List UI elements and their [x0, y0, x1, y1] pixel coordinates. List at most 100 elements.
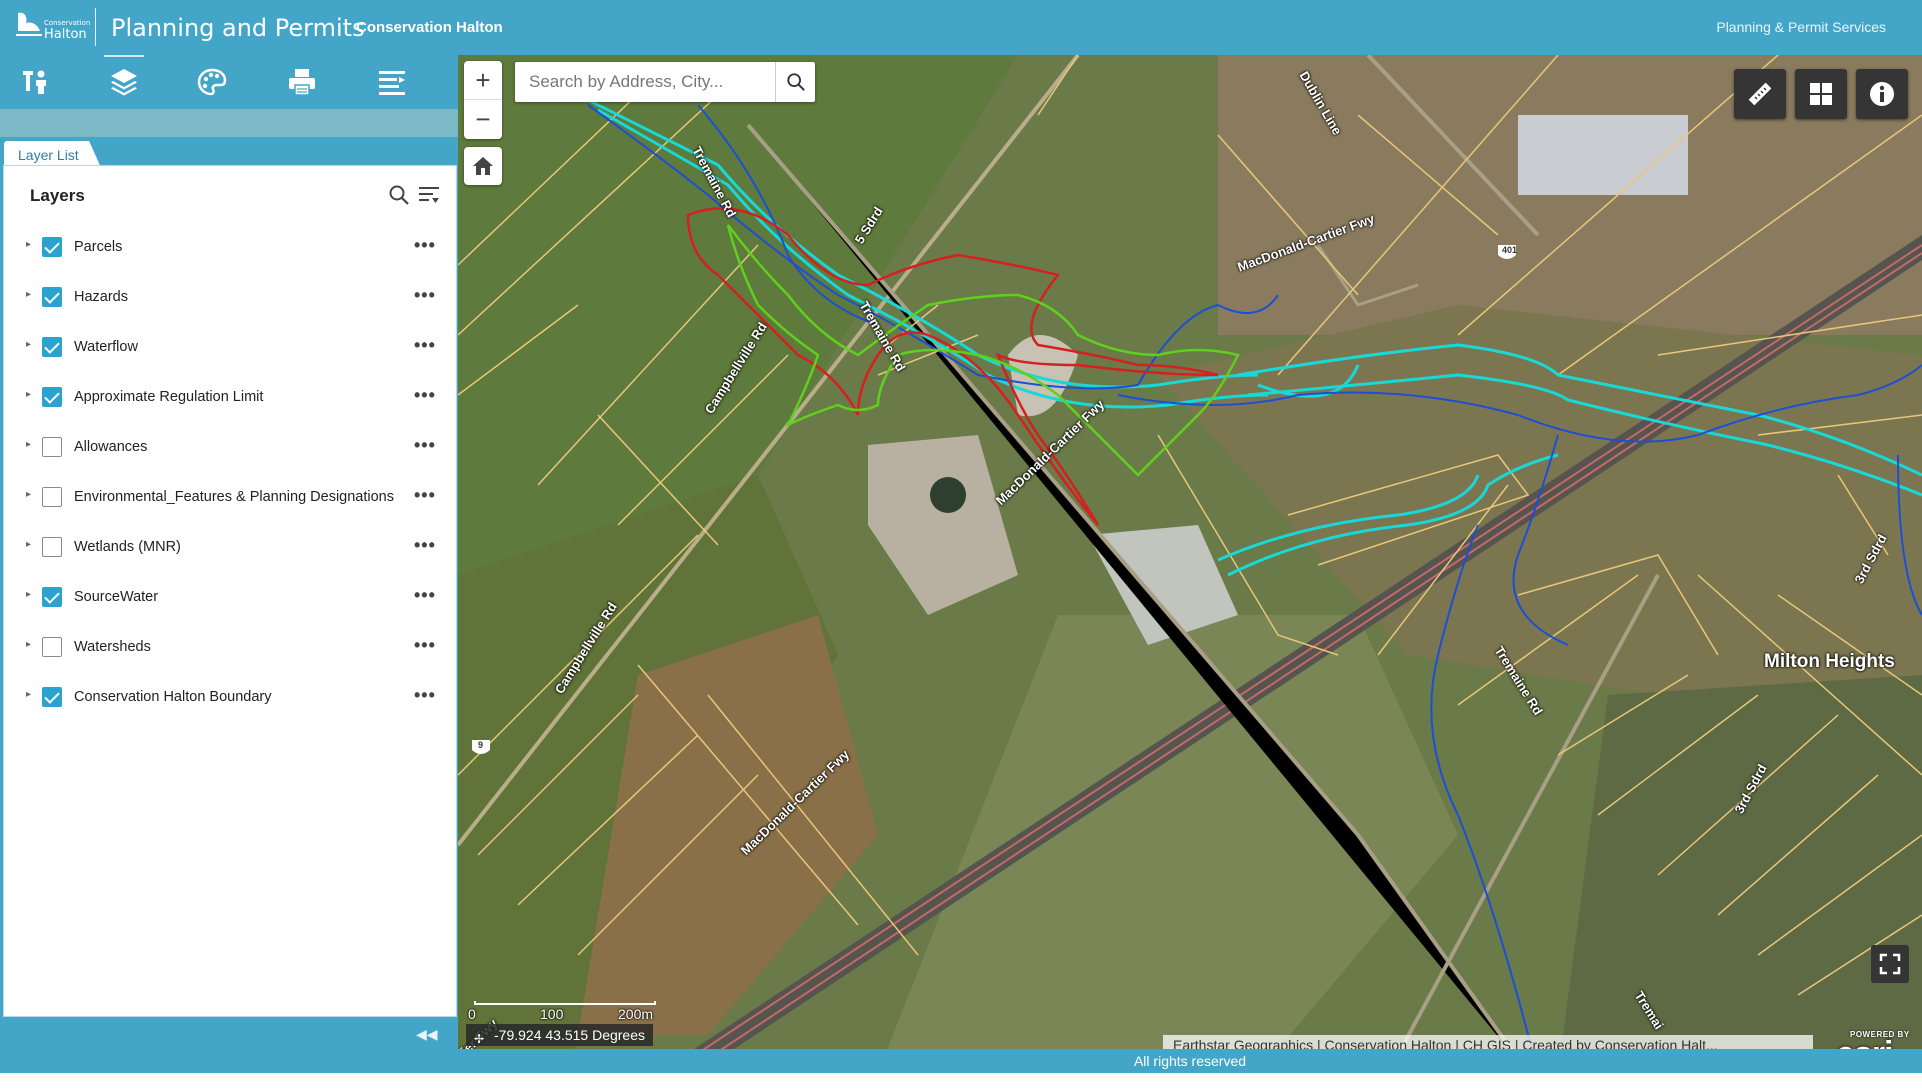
- more-options-icon[interactable]: •••: [414, 635, 436, 656]
- search-button[interactable]: [775, 62, 815, 102]
- layer-name: Waterflow: [74, 339, 138, 355]
- layer-checkbox[interactable]: [42, 687, 62, 707]
- app-header: Conservation Halton Planning and Permits…: [0, 0, 1922, 55]
- ruler-icon: [1748, 82, 1772, 106]
- layer-name: Hazards: [74, 289, 128, 305]
- more-options-icon[interactable]: •••: [414, 335, 436, 356]
- expand-arrow-icon[interactable]: ▸: [26, 489, 36, 503]
- more-options-icon[interactable]: •••: [414, 685, 436, 706]
- address-search: [515, 62, 815, 102]
- identify-tool-button[interactable]: [0, 55, 72, 109]
- layer-checkbox[interactable]: [42, 287, 62, 307]
- basemap-tool-button[interactable]: [176, 55, 248, 109]
- tab-layer-list[interactable]: Layer List: [4, 141, 101, 167]
- planning-permit-services-link[interactable]: Planning & Permit Services: [1716, 19, 1886, 35]
- info-icon: [1870, 82, 1894, 106]
- expand-arrow-icon[interactable]: ▸: [26, 639, 36, 653]
- layer-checkbox[interactable]: [42, 237, 62, 257]
- layer-checkbox[interactable]: [42, 437, 62, 457]
- more-options-icon[interactable]: •••: [414, 385, 436, 406]
- layer-checkbox[interactable]: [42, 587, 62, 607]
- more-options-icon[interactable]: •••: [414, 585, 436, 606]
- layer-list-body: Layers ▸ Parcels ••• ▸ Hazards ••• ▸ Wat…: [3, 165, 457, 1017]
- toolbar-strip: [0, 109, 458, 137]
- layer-row-wetlands: ▸ Wetlands (MNR) •••: [4, 522, 456, 572]
- layers-icon: [111, 69, 137, 96]
- layer-row-regulation-limit: ▸ Approximate Regulation Limit •••: [4, 372, 456, 422]
- layer-checkbox[interactable]: [42, 387, 62, 407]
- header-divider: [95, 8, 96, 46]
- layer-list-panel: Layer List Layers ▸ Parcels ••• ▸ Hazard…: [0, 137, 458, 1017]
- expand-arrow-icon[interactable]: ▸: [26, 539, 36, 553]
- scale-label: 0: [468, 1006, 476, 1022]
- layers-heading: Layers: [30, 186, 85, 205]
- expand-arrow-icon[interactable]: ▸: [26, 689, 36, 703]
- more-options-icon[interactable]: •••: [414, 235, 436, 256]
- expand-arrow-icon[interactable]: ▸: [26, 239, 36, 253]
- logo-small-text: Conservation: [44, 19, 91, 27]
- crosshair-icon: ✢: [474, 1032, 485, 1046]
- expand-arrow-icon[interactable]: ▸: [26, 589, 36, 603]
- home-button[interactable]: [464, 147, 502, 185]
- scale-label: 100: [540, 1006, 564, 1022]
- conservation-halton-logo[interactable]: Conservation Halton: [14, 9, 90, 43]
- zoom-in-button[interactable]: +: [464, 61, 502, 100]
- zoom-out-button[interactable]: −: [464, 100, 502, 139]
- address-search-input[interactable]: [515, 62, 773, 102]
- satellite-map-canvas[interactable]: [458, 55, 1922, 1073]
- layer-list: ▸ Parcels ••• ▸ Hazards ••• ▸ Waterflow …: [4, 222, 456, 722]
- widget-toolbar: [0, 55, 458, 109]
- layer-row-waterflow: ▸ Waterflow •••: [4, 322, 456, 372]
- layer-row-allowances: ▸ Allowances •••: [4, 422, 456, 472]
- search-icon: [786, 73, 805, 91]
- about-button[interactable]: [1856, 69, 1908, 119]
- panel-bottom-bar: ◀◀: [0, 1017, 458, 1073]
- layer-name: Approximate Regulation Limit: [74, 389, 264, 405]
- app-title: Planning and Permits: [111, 14, 365, 42]
- app-subtitle: Conservation Halton: [356, 19, 503, 36]
- print-icon: [289, 69, 315, 96]
- more-options-icon[interactable]: •••: [414, 485, 436, 506]
- layer-checkbox[interactable]: [42, 537, 62, 557]
- layer-checkbox[interactable]: [42, 337, 62, 357]
- expand-arrow-icon[interactable]: ▸: [26, 339, 36, 353]
- print-tool-button[interactable]: [266, 55, 338, 109]
- layer-name: Conservation Halton Boundary: [74, 689, 272, 705]
- coordinate-value: -79.924 43.515 Degrees: [494, 1027, 645, 1043]
- layer-list-tool-button[interactable]: [88, 55, 160, 109]
- layer-row-parcels: ▸ Parcels •••: [4, 222, 456, 272]
- page-bottom: [0, 1073, 1922, 1090]
- layer-row-sourcewater: ▸ SourceWater •••: [4, 572, 456, 622]
- highway-shield-401: 401: [1502, 245, 1518, 255]
- legend-list-icon: [379, 71, 405, 95]
- layer-row-environmental-features: ▸ Environmental_Features & Planning Desi…: [4, 472, 456, 522]
- logo-big-text: Halton: [44, 27, 87, 42]
- fullscreen-icon: [1879, 953, 1901, 975]
- layer-name: Watersheds: [74, 639, 151, 655]
- layer-name: Environmental_Features & Planning Design…: [74, 489, 394, 505]
- highway-shield-9: 9: [478, 740, 484, 750]
- expand-arrow-icon[interactable]: ▸: [26, 389, 36, 403]
- layer-checkbox[interactable]: [42, 487, 62, 507]
- home-icon: [473, 157, 493, 175]
- search-icon[interactable]: [388, 184, 410, 206]
- more-options-icon[interactable]: •••: [414, 285, 436, 306]
- legend-tool-button[interactable]: [356, 55, 428, 109]
- layer-name: Allowances: [74, 439, 148, 455]
- footer: All rights reserved: [458, 1049, 1922, 1073]
- collapse-panel-icon[interactable]: ◀◀: [416, 1026, 438, 1043]
- more-options-icon[interactable]: •••: [414, 435, 436, 456]
- layer-checkbox[interactable]: [42, 637, 62, 657]
- measure-tool-button[interactable]: [1734, 69, 1786, 119]
- map-view[interactable]: Tremaine Rd 5 Sdrd Dublin Line Tremaine …: [458, 55, 1922, 1073]
- expand-arrow-icon[interactable]: ▸: [26, 439, 36, 453]
- layer-name: SourceWater: [74, 589, 159, 605]
- fullscreen-button[interactable]: [1871, 945, 1909, 983]
- app-launcher-button[interactable]: [1795, 69, 1847, 119]
- more-options-icon[interactable]: •••: [414, 535, 436, 556]
- coordinate-readout[interactable]: ✢ -79.924 43.515 Degrees: [466, 1024, 653, 1046]
- identify-person-icon: [23, 70, 46, 94]
- expand-arrow-icon[interactable]: ▸: [26, 289, 36, 303]
- filter-list-icon[interactable]: [417, 184, 441, 206]
- heron-logo-icon: [16, 12, 42, 36]
